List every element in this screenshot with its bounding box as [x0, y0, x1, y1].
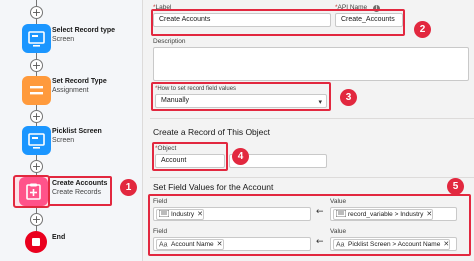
field-pill-text: Industry [171, 211, 195, 218]
create-record-icon [26, 183, 41, 200]
create-accounts-label: Create Accounts Create Records [52, 179, 107, 197]
picklist-icon [159, 210, 169, 217]
field-pill-text: Account Name [171, 241, 214, 248]
add-element-button[interactable]: + [30, 160, 43, 173]
set-record-type-label: Set Record Type Assignment [52, 77, 107, 95]
node-subtitle: Screen [52, 137, 75, 144]
screen-icon [28, 31, 45, 47]
callout-badge-1: 1 [120, 179, 137, 196]
section-divider [150, 118, 474, 119]
add-element-button[interactable]: + [30, 213, 43, 226]
mapping-field-label: Field [153, 228, 168, 235]
svg-text:Aa: Aa [159, 242, 168, 248]
mapping-field-label: Field [153, 198, 168, 205]
select-record-type-node[interactable] [22, 24, 51, 53]
description-textarea[interactable] [153, 47, 469, 81]
field-pill-account-name[interactable]: Aa Account Name ✕ [156, 239, 224, 250]
node-title: Select Record type [52, 27, 116, 34]
value-pill-industry[interactable]: record_variable > Industry ✕ [333, 209, 434, 220]
end-node[interactable] [25, 231, 47, 253]
node-title: Set Record Type [52, 78, 107, 85]
mapping-value-label: Value [330, 198, 347, 205]
remove-icon[interactable]: ✕ [217, 241, 223, 248]
value-pill-text: Picklist Screen > Account Name [348, 241, 441, 248]
stop-icon [32, 238, 40, 246]
mapping-value-label: Value [330, 228, 347, 235]
callout-box-3 [151, 82, 331, 111]
node-title: Create Accounts [52, 180, 108, 187]
create-record-section-title: Create a Record of This Object [153, 127, 271, 137]
create-accounts-node[interactable] [19, 177, 48, 206]
remove-icon[interactable]: ✕ [197, 211, 203, 218]
node-title: End [52, 234, 66, 241]
flow-canvas: + Select Record type Screen + Set Record… [0, 0, 142, 261]
add-element-button[interactable]: + [30, 59, 43, 72]
picklist-icon [336, 210, 346, 217]
node-subtitle: Assignment [52, 87, 89, 94]
section-divider [150, 177, 474, 178]
value-pill-account-name[interactable]: Aa Picklist Screen > Account Name ✕ [333, 239, 451, 250]
set-record-type-node[interactable] [22, 76, 51, 105]
picklist-screen-node[interactable] [22, 126, 51, 155]
end-label: End [52, 233, 65, 242]
value-pill-text: record_variable > Industry [348, 211, 424, 218]
add-element-button[interactable]: + [30, 110, 43, 123]
callout-badge-3: 3 [340, 89, 357, 106]
callout-box-4 [152, 142, 228, 171]
select-record-type-label: Select Record type Screen [52, 26, 115, 44]
remove-icon[interactable]: ✕ [443, 241, 449, 248]
node-subtitle: Create Records [52, 189, 102, 196]
callout-badge-5: 5 [447, 178, 464, 195]
arrow-left-icon: ← [316, 237, 324, 247]
node-title: Picklist Screen [52, 128, 102, 135]
text-field-icon: Aa [159, 242, 168, 248]
svg-text:Aa: Aa [336, 242, 345, 248]
arrow-left-icon: ← [316, 207, 324, 217]
callout-box-2 [151, 9, 405, 36]
field-pill-industry[interactable]: Industry ✕ [156, 209, 204, 220]
remove-icon[interactable]: ✕ [426, 211, 432, 218]
set-values-section-title: Set Field Values for the Account [153, 182, 274, 192]
node-subtitle: Screen [52, 36, 75, 43]
description-label: Description [153, 38, 186, 45]
picklist-screen-label: Picklist Screen Screen [52, 127, 102, 145]
callout-badge-2: 2 [414, 21, 431, 38]
add-element-button[interactable]: + [30, 6, 43, 19]
text-field-icon: Aa [336, 242, 345, 248]
assignment-icon [30, 86, 43, 95]
callout-badge-4: 4 [232, 148, 249, 165]
screen-icon [28, 133, 45, 149]
